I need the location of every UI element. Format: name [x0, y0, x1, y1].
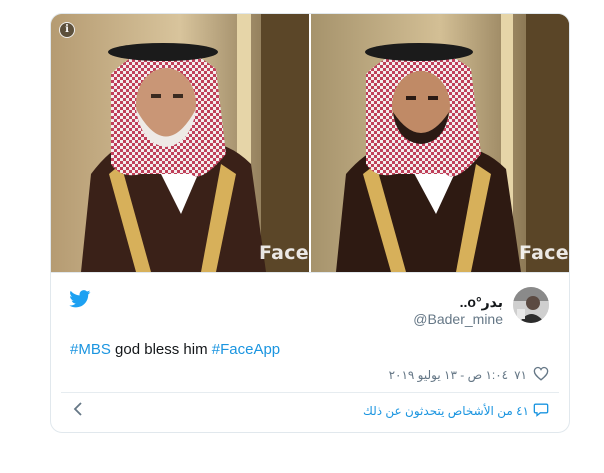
- author-handle[interactable]: @Bader_mine: [413, 311, 503, 327]
- heart-icon[interactable]: [533, 366, 549, 384]
- portrait-right-image: [311, 14, 569, 272]
- tweet-media[interactable]: i Face Face: [51, 14, 569, 272]
- tweet-meta: ١:٠٤ ص - ١٣ يوليو ٢٠١٩ ٧١: [389, 366, 549, 384]
- chevron-left-icon[interactable]: [73, 402, 83, 421]
- photo-left[interactable]: i Face: [51, 14, 309, 272]
- tweet-card[interactable]: i Face Face بدر°o.. @Bader_mine #MBS god…: [50, 13, 570, 433]
- faceapp-watermark-right: Face: [518, 242, 569, 264]
- hashtag-faceapp[interactable]: #FaceApp: [212, 341, 280, 358]
- media-divider: [51, 272, 569, 273]
- info-icon[interactable]: i: [59, 22, 75, 38]
- speech-bubble-icon: [533, 402, 549, 420]
- people-talking-text: ٤١ من الأشخاص يتحدثون عن ذلك: [362, 404, 529, 418]
- hashtag-mbs[interactable]: #MBS: [70, 341, 111, 358]
- portrait-left-image: [51, 14, 309, 272]
- faceapp-watermark-left: Face: [258, 242, 309, 264]
- like-count: ٧١: [514, 368, 527, 382]
- author-display-name[interactable]: بدر°o..: [460, 294, 503, 311]
- tweet-text: #MBS god bless him #FaceApp: [70, 341, 280, 358]
- avatar[interactable]: [513, 287, 549, 323]
- footer-divider: [61, 392, 559, 393]
- photo-right[interactable]: Face: [311, 14, 569, 272]
- twitter-bird-icon[interactable]: [69, 290, 91, 313]
- tweet-timestamp[interactable]: ١:٠٤ ص - ١٣ يوليو ٢٠١٩: [389, 368, 509, 382]
- tweet-body-text: god bless him: [110, 341, 212, 358]
- people-talking-link[interactable]: ٤١ من الأشخاص يتحدثون عن ذلك: [363, 402, 549, 420]
